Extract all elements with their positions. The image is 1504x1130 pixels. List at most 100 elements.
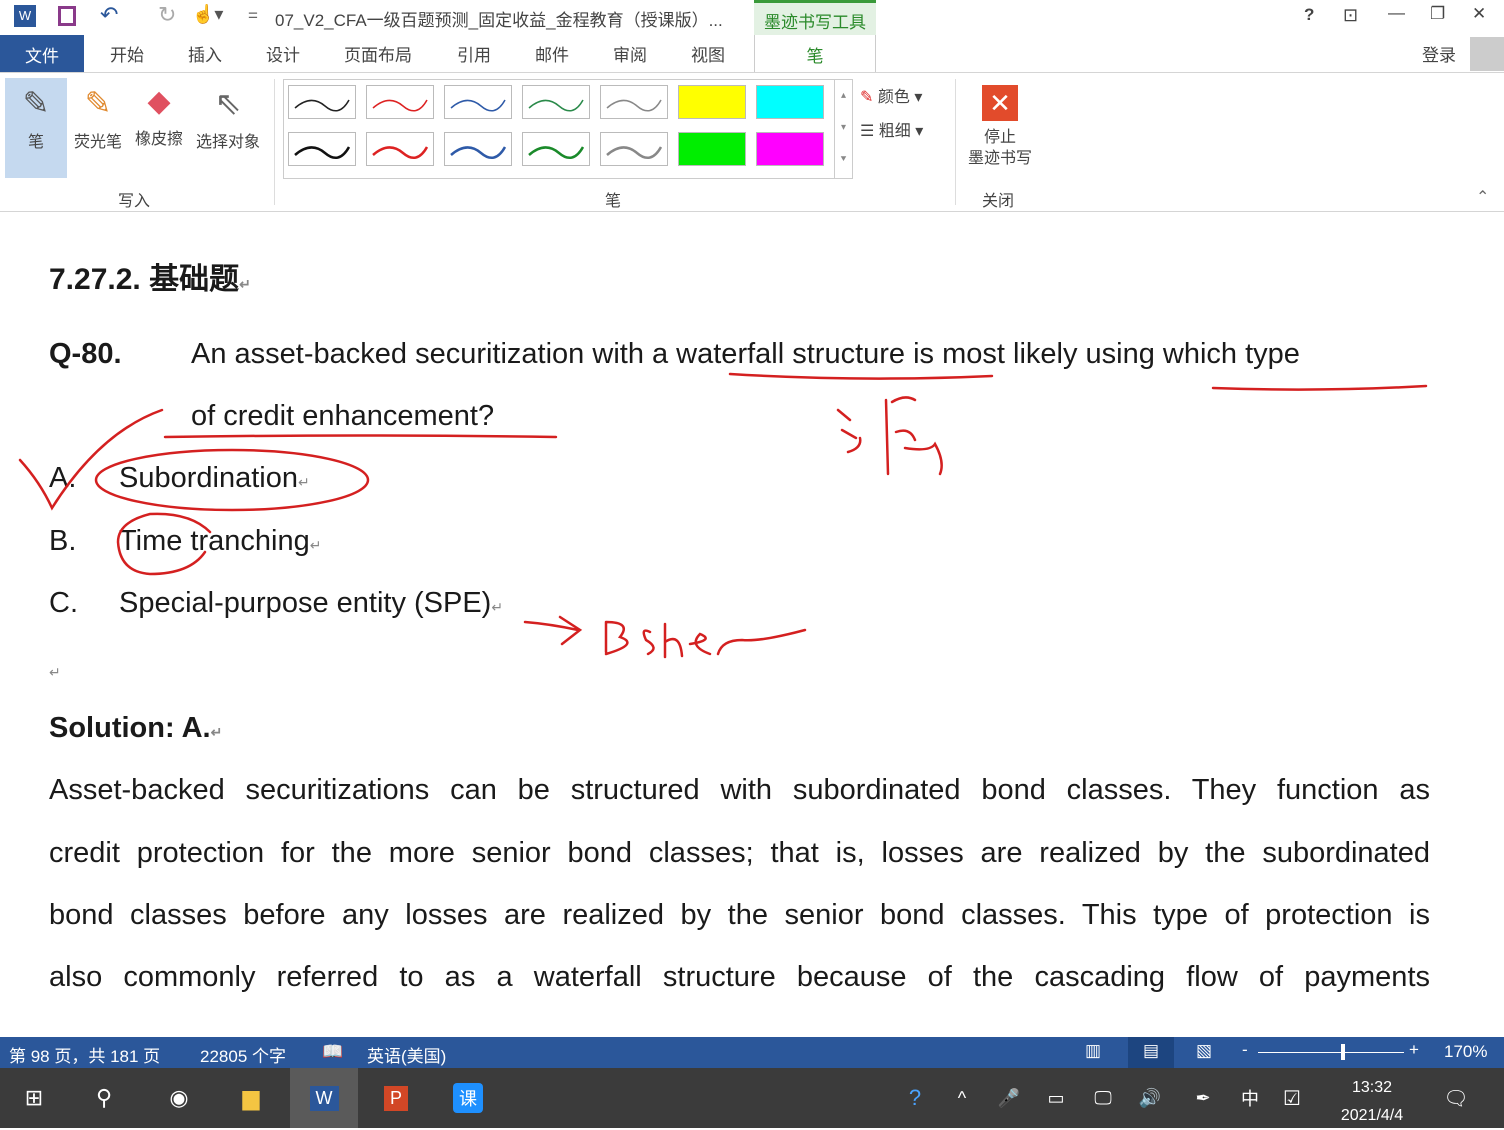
checkbox-tray-icon[interactable]: ☑ xyxy=(1270,1076,1314,1120)
proofing-icon[interactable]: 📖 xyxy=(322,1042,343,1062)
tab-home[interactable]: 开始 xyxy=(110,41,144,66)
restore-button[interactable]: ❐ xyxy=(1430,4,1445,24)
document-page[interactable]: 7.27.2. 基础题↵ Q-80. An asset-backed secur… xyxy=(0,212,1504,1037)
date: 2021/4/4 xyxy=(1340,1107,1404,1124)
status-bar: 第 98 页，共 181 页 22805 个字 📖 英语(美国) ▥ ▤ ▧ -… xyxy=(0,1037,1504,1068)
color-icon: ✎ xyxy=(860,89,874,106)
ink-circle-a xyxy=(94,448,370,512)
ink-annotations xyxy=(18,372,1428,659)
pen-preset[interactable] xyxy=(288,132,356,166)
tab-pens[interactable]: 笔 xyxy=(754,35,876,73)
pen-preset[interactable] xyxy=(288,85,356,119)
close-x-icon: ✕ xyxy=(982,85,1018,121)
word-taskbar-icon[interactable]: W xyxy=(290,1068,358,1128)
classroom-app-icon[interactable]: 课 xyxy=(446,1076,490,1120)
touch-mode-icon[interactable]: ☝▾ xyxy=(192,4,223,25)
help-tray-icon[interactable]: ? xyxy=(893,1076,937,1120)
title-bar: W ↶ ↻ ☝▾ = 07_V2_CFA一级百题预测_固定收益_金程教育（授课版… xyxy=(0,0,1504,35)
ink-circle-b xyxy=(116,512,212,576)
pen-tool-button[interactable]: ✎ 笔 xyxy=(5,78,67,178)
pen-preset[interactable] xyxy=(444,132,512,166)
pen-preset[interactable] xyxy=(444,85,512,119)
word-count[interactable]: 22805 个字 xyxy=(200,1042,286,1067)
zoom-slider[interactable] xyxy=(1258,1052,1404,1053)
zoom-level[interactable]: 170% xyxy=(1444,1042,1487,1062)
group-label-write: 写入 xyxy=(118,193,151,210)
page-count[interactable]: 第 98 页，共 181 页 xyxy=(9,1042,160,1067)
pen-icon: ✎ xyxy=(22,85,50,121)
chevron-up-icon[interactable]: ^ xyxy=(940,1076,984,1120)
undo-icon[interactable]: ↶ xyxy=(100,2,118,28)
pen-tray-icon[interactable]: ✒ xyxy=(1181,1076,1225,1120)
zoom-out-button[interactable]: - xyxy=(1242,1040,1248,1060)
avatar[interactable] xyxy=(1470,37,1504,71)
pen-preset[interactable] xyxy=(522,132,590,166)
clock[interactable]: 13:32 2021/4/4 xyxy=(1330,1074,1414,1130)
battery-icon[interactable]: ▭ xyxy=(1034,1076,1078,1120)
pen-preset[interactable] xyxy=(756,85,824,119)
network-icon[interactable]: 🖵 xyxy=(1081,1076,1125,1120)
tab-references[interactable]: 引用 xyxy=(457,41,491,66)
language[interactable]: 英语(美国) xyxy=(367,1042,446,1067)
action-center-icon[interactable]: 🗨 xyxy=(1434,1076,1478,1120)
print-layout-icon[interactable]: ▤ xyxy=(1128,1037,1174,1068)
ink-underline xyxy=(163,434,558,439)
tab-mailings[interactable]: 邮件 xyxy=(535,41,569,66)
document-title: 07_V2_CFA一级百题预测_固定收益_金程教育（授课版）... xyxy=(275,11,723,30)
ink-handwriting-chinese xyxy=(836,396,943,476)
tab-view[interactable]: 视图 xyxy=(691,41,725,66)
file-explorer-icon[interactable]: ▆ xyxy=(229,1076,273,1120)
thickness-label: 粗细 xyxy=(878,123,911,140)
eraser-button[interactable]: ◆ 橡皮擦 xyxy=(130,78,188,149)
word-logo-icon: W xyxy=(14,5,36,27)
pen-preset[interactable] xyxy=(522,85,590,119)
pen-preset[interactable] xyxy=(756,132,824,166)
pen-label: 笔 xyxy=(27,134,44,151)
login-link[interactable]: 登录 xyxy=(1422,41,1456,66)
save-icon[interactable] xyxy=(58,6,76,26)
collapse-ribbon-icon[interactable]: ⌃ xyxy=(1476,187,1489,207)
volume-icon[interactable]: 🔊 xyxy=(1128,1076,1172,1120)
ribbon-display-options-icon[interactable]: ⊡ xyxy=(1343,5,1358,26)
customize-qat-icon[interactable]: = xyxy=(248,6,258,26)
pen-preset[interactable] xyxy=(600,85,668,119)
ime-indicator[interactable]: 中 xyxy=(1228,1076,1272,1120)
select-objects-button[interactable]: ⇖ 选择对象 xyxy=(190,78,266,152)
pen-preset[interactable] xyxy=(600,132,668,166)
windows-start-icon[interactable]: ⊞ xyxy=(12,1076,56,1120)
obs-icon[interactable]: ◉ xyxy=(157,1076,201,1120)
pen-preset[interactable] xyxy=(366,132,434,166)
tab-layout[interactable]: 页面布局 xyxy=(344,41,412,66)
pen-preset[interactable] xyxy=(366,85,434,119)
powerpoint-icon[interactable]: P xyxy=(374,1076,418,1120)
cursor-icon: ⇖ xyxy=(214,85,242,121)
redo-icon[interactable]: ↻ xyxy=(158,2,176,28)
ribbon-tabs: 文件 开始 插入 设计 页面布局 引用 邮件 审阅 视图 笔 登录 xyxy=(0,35,1504,73)
read-mode-icon[interactable]: ▥ xyxy=(1085,1041,1101,1061)
microphone-icon[interactable]: 🎤 xyxy=(987,1076,1031,1120)
search-icon[interactable]: ⚲ xyxy=(82,1076,126,1120)
tab-design[interactable]: 设计 xyxy=(266,41,300,66)
minimize-button[interactable]: — xyxy=(1388,3,1405,23)
taskbar: ⊞ ⚲ ◉ ▆ W P 课 ? ^ 🎤 ▭ 🖵 🔊 ✒ 中 ☑ 13:32 20… xyxy=(0,1068,1504,1128)
eraser-label: 橡皮擦 xyxy=(134,131,183,148)
tab-review[interactable]: 审阅 xyxy=(613,41,647,66)
help-button[interactable]: ? xyxy=(1304,5,1314,25)
pen-preset[interactable] xyxy=(678,132,746,166)
ribbon: ✎ 笔 ✎ 荧光笔 ◆ 橡皮擦 ⇖ 选择对象 写入 ▴ ▾ ⯆ 笔 ✎ 颜色 ▾ ☰… xyxy=(0,72,1504,212)
close-button[interactable]: ✕ xyxy=(1472,4,1486,24)
stop-inking-button[interactable]: ✕ 停止 墨迹书写 xyxy=(960,85,1040,169)
ink-handwriting-bsner xyxy=(604,620,807,659)
thickness-button[interactable]: ☰ 粗细 ▾ xyxy=(860,117,923,141)
pen-preset[interactable] xyxy=(678,85,746,119)
tab-file[interactable]: 文件 xyxy=(0,35,84,72)
pen-color-button[interactable]: ✎ 颜色 ▾ xyxy=(860,83,922,107)
color-label: 颜色 xyxy=(877,89,910,106)
web-layout-icon[interactable]: ▧ xyxy=(1196,1041,1212,1061)
highlighter-button[interactable]: ✎ 荧光笔 xyxy=(70,78,126,152)
zoom-in-button[interactable]: + xyxy=(1409,1040,1419,1060)
zoom-slider-thumb[interactable] xyxy=(1341,1044,1345,1060)
tab-insert[interactable]: 插入 xyxy=(188,41,222,66)
eraser-icon: ◆ xyxy=(147,85,171,118)
pen-gallery-scroll[interactable]: ▴ ▾ ⯆ xyxy=(834,80,852,178)
